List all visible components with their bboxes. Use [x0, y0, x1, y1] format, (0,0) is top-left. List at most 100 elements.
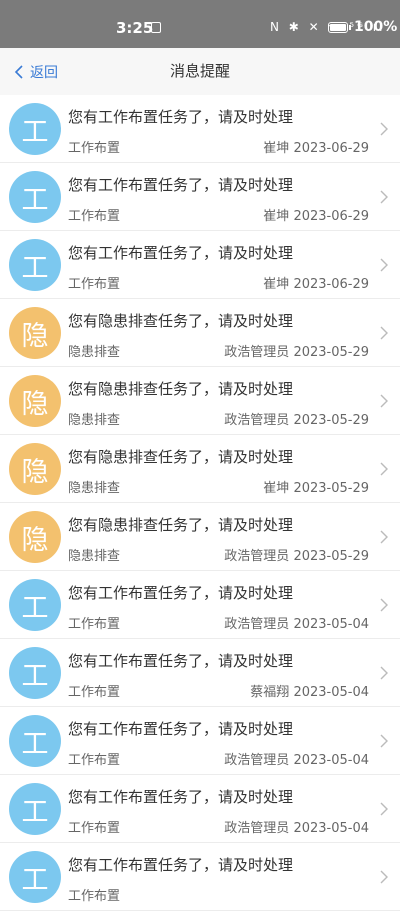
chevron-right-icon: [380, 530, 388, 544]
message-type: 工作布置: [68, 821, 121, 836]
message-item[interactable]: 工您有工作布置任务了，请及时处理 工作布置 政浩管理员 2023-05-04: [0, 775, 400, 843]
message-meta: 崔坤 2023-06-29: [263, 205, 369, 224]
message-meta: 崔坤 2023-05-29: [263, 477, 369, 496]
message-sender: 政浩管理员: [224, 549, 290, 564]
message-sender: 崔坤: [263, 277, 290, 292]
chevron-right-icon: [380, 258, 388, 272]
notification-icon: [151, 22, 161, 33]
message-sender: 政浩管理员: [224, 821, 290, 836]
message-title: 您有隐患排查任务了，请及时处理: [68, 516, 294, 534]
avatar: 工: [9, 171, 61, 223]
message-title: 您有工作布置任务了，请及时处理: [68, 108, 294, 126]
message-list: 工您有工作布置任务了，请及时处理 工作布置 崔坤 2023-06-29 工您有工作布置…: [0, 95, 400, 911]
message-sender: 政浩管理员: [224, 345, 290, 360]
avatar: 工: [9, 579, 61, 631]
message-title: 您有工作布置任务了，请及时处理: [68, 720, 294, 738]
message-item[interactable]: 工您有工作布置任务了，请及时处理 工作布置 崔坤 2023-06-29: [0, 95, 400, 163]
message-title: 您有工作布置任务了，请及时处理: [68, 584, 294, 602]
avatar: 隐: [9, 443, 61, 495]
message-date: 2023-05-04: [293, 617, 369, 632]
message-title: 您有工作布置任务了，请及时处理: [68, 176, 294, 194]
chevron-right-icon: [380, 122, 388, 136]
message-sender: 政浩管理员: [224, 753, 290, 768]
message-type: 工作布置: [68, 141, 121, 156]
message-meta: 崔坤 2023-06-29: [263, 137, 369, 156]
message-type: 工作布置: [68, 209, 121, 224]
battery-tip: [349, 25, 351, 30]
message-item[interactable]: 隐您有隐患排查任务了，请及时处理 隐患排查 崔坤 2023-05-29: [0, 435, 400, 503]
message-title: 您有工作布置任务了，请及时处理: [68, 788, 294, 806]
message-sender: 政浩管理员: [224, 413, 290, 428]
message-sender: 蔡福翔: [250, 685, 290, 700]
message-item[interactable]: 工您有工作布置任务了，请及时处理 工作布置 政浩管理员 2023-05-04: [0, 571, 400, 639]
message-title: 您有隐患排查任务了，请及时处理: [68, 448, 294, 466]
message-item[interactable]: 隐您有隐患排查任务了，请及时处理 隐患排查 政浩管理员 2023-05-29: [0, 503, 400, 571]
message-type: 工作布置: [68, 889, 121, 904]
chevron-right-icon: [380, 666, 388, 680]
message-date: 2023-05-29: [293, 549, 369, 564]
message-date: 2023-05-04: [293, 685, 369, 700]
message-date: 2023-06-29: [293, 277, 369, 292]
message-meta: 政浩管理员 2023-05-29: [224, 341, 369, 360]
message-item[interactable]: 工您有工作布置任务了，请及时处理 工作布置 蔡福翔 2023-05-04: [0, 639, 400, 707]
avatar: 隐: [9, 511, 61, 563]
battery-level: 100%: [354, 19, 398, 35]
chevron-right-icon: [380, 190, 388, 204]
chevron-right-icon: [380, 394, 388, 408]
message-item[interactable]: 工您有工作布置任务了，请及时处理 工作布置: [0, 843, 400, 911]
message-sender: 崔坤: [263, 209, 290, 224]
message-type: 工作布置: [68, 617, 121, 632]
message-date: 2023-06-29: [293, 141, 369, 156]
chevron-right-icon: [380, 326, 388, 340]
avatar: 工: [9, 851, 61, 903]
message-type: 工作布置: [68, 277, 121, 292]
message-meta: 政浩管理员 2023-05-04: [224, 817, 369, 836]
message-date: 2023-05-04: [293, 753, 369, 768]
status-time: 3:25: [116, 19, 154, 37]
message-item[interactable]: 工您有工作布置任务了，请及时处理 工作布置 政浩管理员 2023-05-04: [0, 707, 400, 775]
chevron-right-icon: [380, 462, 388, 476]
message-title: 您有隐患排查任务了，请及时处理: [68, 380, 294, 398]
battery-icon: [328, 22, 348, 33]
chevron-right-icon: [380, 870, 388, 884]
message-type: 隐患排查: [68, 481, 121, 496]
message-date: 2023-05-04: [293, 821, 369, 836]
message-meta: 崔坤 2023-06-29: [263, 273, 369, 292]
avatar: 工: [9, 103, 61, 155]
message-title: 您有工作布置任务了，请及时处理: [68, 856, 294, 874]
message-item[interactable]: 工您有工作布置任务了，请及时处理 工作布置 崔坤 2023-06-29: [0, 231, 400, 299]
message-type: 隐患排查: [68, 549, 121, 564]
message-date: 2023-05-29: [293, 413, 369, 428]
message-meta: 政浩管理员 2023-05-04: [224, 613, 369, 632]
message-date: 2023-05-29: [293, 345, 369, 360]
message-item[interactable]: 隐您有隐患排查任务了，请及时处理 隐患排查 政浩管理员 2023-05-29: [0, 299, 400, 367]
message-title: 您有隐患排查任务了，请及时处理: [68, 312, 294, 330]
chevron-right-icon: [380, 598, 388, 612]
message-title: 您有工作布置任务了，请及时处理: [68, 244, 294, 262]
message-item[interactable]: 工您有工作布置任务了，请及时处理 工作布置 崔坤 2023-06-29: [0, 163, 400, 231]
message-type: 隐患排查: [68, 345, 121, 360]
message-date: 2023-05-29: [293, 481, 369, 496]
avatar: 工: [9, 647, 61, 699]
status-bar: 3:25 N ✱ ✕ ᯤ ⁵ᴳ.ıl 100%: [0, 0, 400, 48]
message-meta: 政浩管理员 2023-05-29: [224, 545, 369, 564]
message-meta: 政浩管理员 2023-05-29: [224, 409, 369, 428]
avatar: 工: [9, 783, 61, 835]
page-title: 消息提醒: [169, 62, 230, 80]
message-sender: 崔坤: [263, 481, 290, 496]
message-sender: 政浩管理员: [224, 617, 290, 632]
message-date: 2023-06-29: [293, 209, 369, 224]
avatar: 工: [9, 715, 61, 767]
avatar: 隐: [9, 307, 61, 359]
avatar: 隐: [9, 375, 61, 427]
message-type: 工作布置: [68, 685, 121, 700]
message-meta: 政浩管理员 2023-05-04: [224, 749, 369, 768]
message-title: 您有工作布置任务了，请及时处理: [68, 652, 294, 670]
message-type: 隐患排查: [68, 413, 121, 428]
avatar: 工: [9, 239, 61, 291]
nav-bar: 返回 消息提醒: [0, 48, 400, 95]
chevron-right-icon: [380, 734, 388, 748]
message-item[interactable]: 隐您有隐患排查任务了，请及时处理 隐患排查 政浩管理员 2023-05-29: [0, 367, 400, 435]
message-sender: 崔坤: [263, 141, 290, 156]
message-meta: 蔡福翔 2023-05-04: [250, 681, 369, 700]
